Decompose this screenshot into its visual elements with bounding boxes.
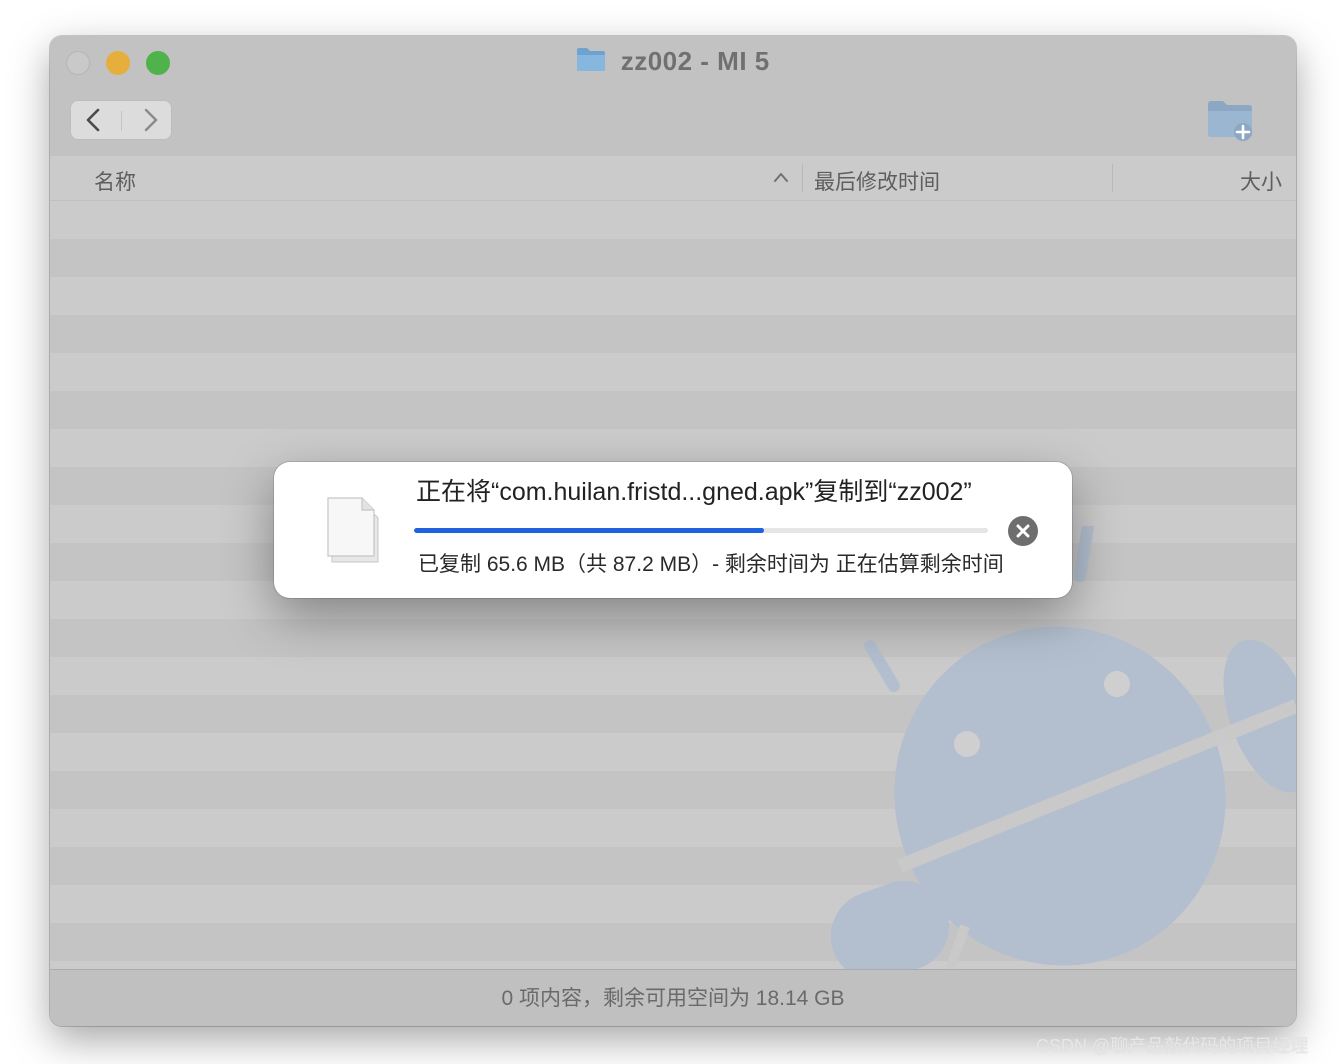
folder-icon: [576, 46, 606, 77]
column-divider[interactable]: [1112, 164, 1113, 192]
window-title: zz002 - MI 5: [620, 46, 770, 76]
nav-divider: [121, 111, 122, 131]
column-date-modified-header[interactable]: 最后修改时间: [814, 166, 940, 196]
forward-button[interactable]: [135, 107, 165, 133]
document-icon: [327, 497, 379, 563]
chevron-right-icon: [144, 108, 158, 132]
column-name-header[interactable]: 名称: [94, 166, 136, 196]
copy-dialog-title: 正在将“com.huilan.fristd...gned.apk”复制到“zz0…: [416, 478, 972, 506]
column-header: 名称 最后修改时间 大小: [50, 156, 1296, 201]
back-button[interactable]: [79, 107, 109, 133]
chevron-left-icon: [86, 108, 100, 132]
column-divider[interactable]: [802, 164, 803, 192]
titlebar: zz002 - MI 5: [50, 36, 1296, 157]
watermark: CSDN @聊产品敲代码的项目经理: [1036, 1036, 1309, 1056]
folder-badge-plus-icon: [1208, 101, 1252, 141]
copy-progress-fill: [414, 528, 765, 533]
column-size-header[interactable]: 大小: [1240, 166, 1282, 196]
window-title-group: zz002 - MI 5: [50, 46, 1296, 78]
copy-progress-bar: [414, 528, 988, 533]
chevron-up-icon[interactable]: [772, 170, 790, 189]
cancel-copy-button[interactable]: [1008, 516, 1038, 546]
new-folder-button[interactable]: [1206, 98, 1256, 142]
close-circle-icon: [1016, 524, 1030, 538]
copy-progress-dialog: 正在将“com.huilan.fristd...gned.apk”复制到“zz0…: [274, 462, 1072, 598]
copy-dialog-status: 已复制 65.6 MB（共 87.2 MB）- 剩余时间为 正在估算剩余时间: [418, 553, 1004, 576]
back-forward-control: [70, 100, 172, 140]
status-bar: 0 项内容，剩余可用空间为 18.14 GB: [50, 969, 1296, 1026]
